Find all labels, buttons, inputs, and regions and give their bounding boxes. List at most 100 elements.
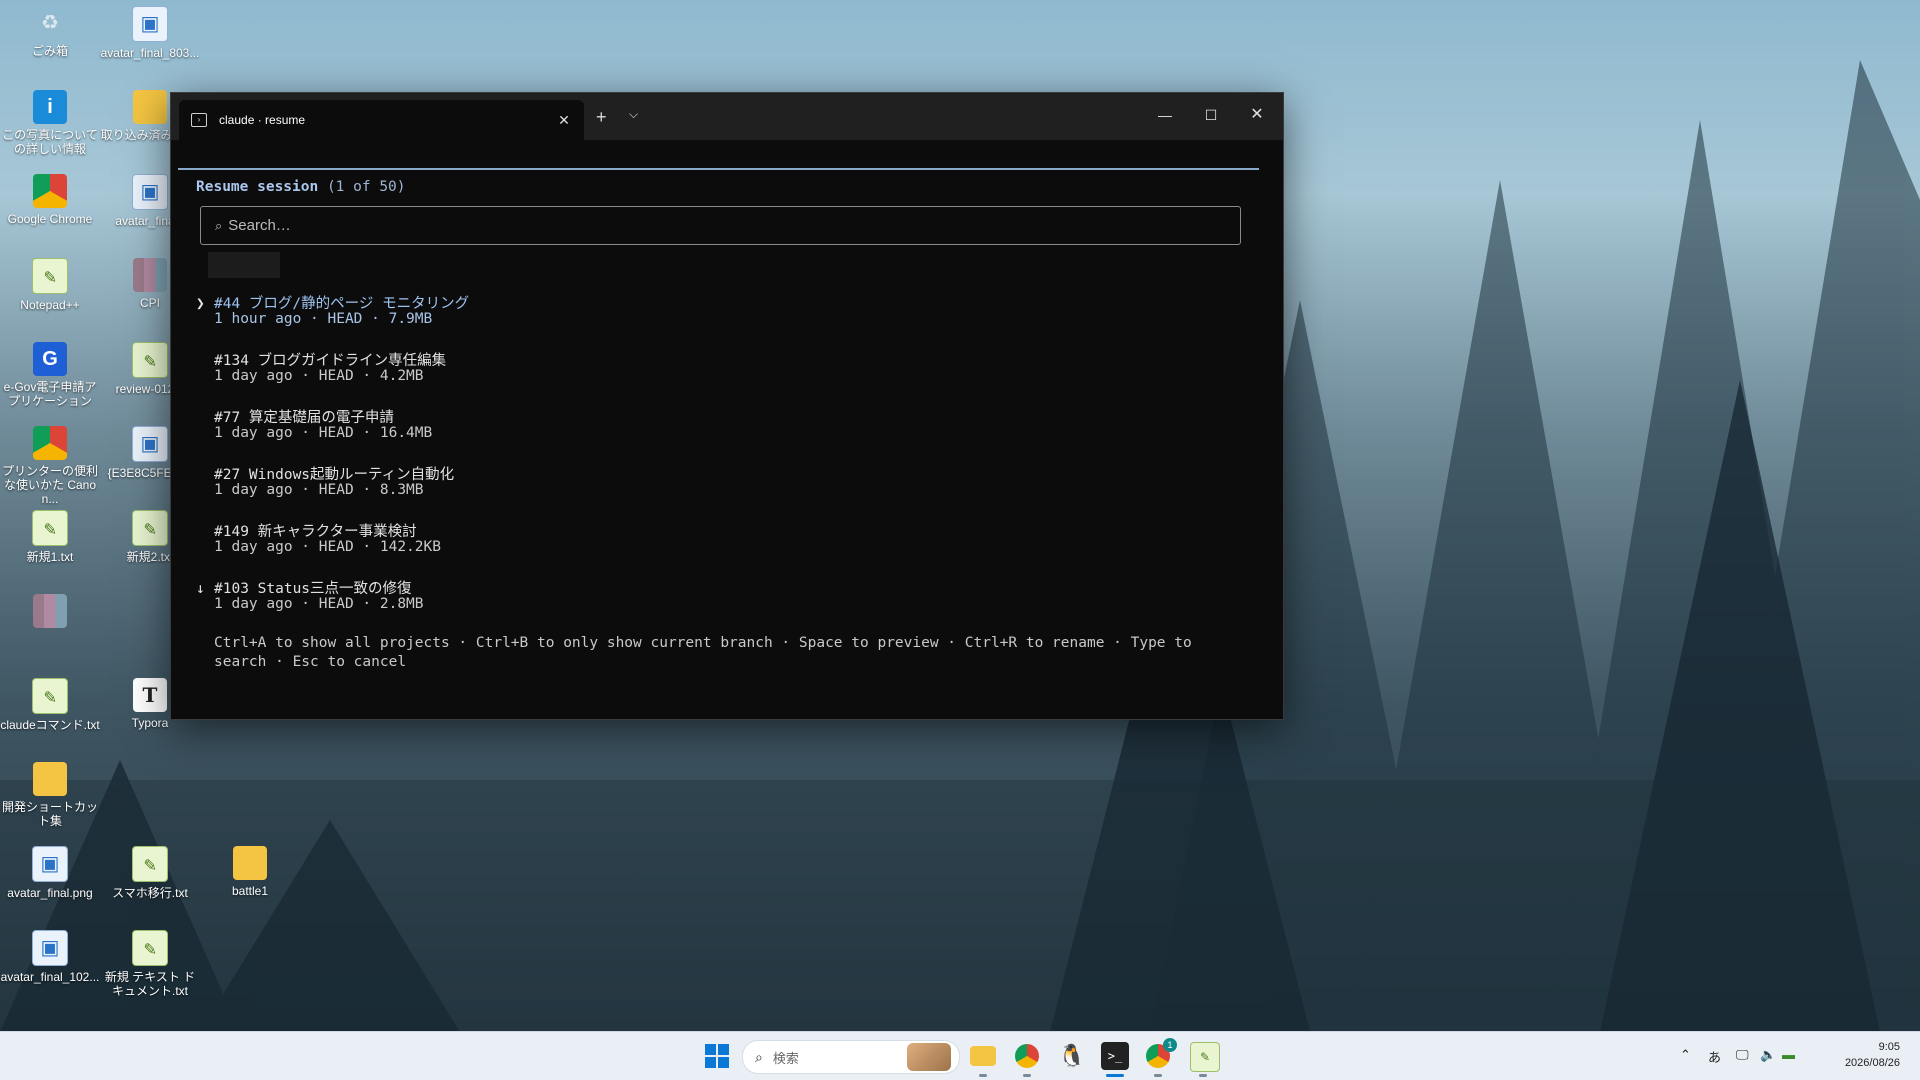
image-file-icon: ▣: [32, 846, 68, 882]
recycle-bin-icon: ♻: [41, 12, 59, 34]
session-meta: 1 hour ago · HEAD · 7.9MB: [214, 311, 433, 327]
desktop-icon-dev-shortcuts[interactable]: 開発ショートカット集: [0, 762, 100, 828]
session-item-103[interactable]: ↓ #103 Status三点一致の修復 1 day ago · HEAD · 2…: [196, 577, 424, 615]
session-title: #103 Status三点一致の修復: [214, 581, 412, 597]
running-indicator: [1154, 1074, 1162, 1077]
close-tab-icon[interactable]: ✕: [552, 112, 576, 129]
text-file-icon: ✎: [32, 678, 68, 714]
maximize-button[interactable]: ☐: [1189, 101, 1233, 129]
session-search-input[interactable]: ⌕ Search…: [200, 206, 1241, 245]
resume-header: Resume session (1 of 50): [196, 179, 406, 195]
session-title: #44 ブログ/静的ページ モニタリング: [214, 296, 470, 312]
image-file-icon: ▣: [132, 174, 168, 210]
minimize-button[interactable]: —: [1143, 101, 1187, 129]
taskbar-search-placeholder: 検索: [772, 1050, 799, 1066]
windows-logo-icon: [705, 1044, 729, 1068]
terminal-taskbar-icon[interactable]: >_: [1101, 1042, 1129, 1070]
desktop-icon-avatar-final-png[interactable]: ▣ avatar_final.png: [0, 846, 100, 900]
desktop-icon-google-chrome[interactable]: Google Chrome: [0, 174, 100, 226]
info-icon: i: [33, 90, 67, 124]
image-file-icon: ▣: [32, 930, 68, 966]
desktop-icon-canon-printer[interactable]: プリンターの便利な使いかた Canon...: [0, 426, 100, 506]
volume-icon[interactable]: 🔈: [1760, 1047, 1776, 1063]
scroll-down-icon: ↓: [196, 581, 205, 597]
folder-icon: [133, 90, 167, 124]
chevron-up-icon[interactable]: ⌃: [1680, 1047, 1691, 1063]
linux-penguin-icon[interactable]: 🐧: [1058, 1042, 1086, 1070]
desktop-icon-redacted[interactable]: [0, 594, 100, 632]
running-indicator: [1023, 1074, 1031, 1077]
session-meta: 1 day ago · HEAD · 2.8MB: [214, 596, 424, 612]
network-icon[interactable]: 🖵: [1736, 1047, 1749, 1063]
hint-line-1: Ctrl+A to show all projects · Ctrl+B to …: [214, 635, 1192, 651]
clock-date: 2026/08/26: [1844, 1057, 1900, 1069]
session-title: #27 Windows起動ルーティン自動化: [214, 467, 455, 483]
text-file-icon: ✎: [132, 510, 168, 546]
selection-cursor-icon: ❯: [196, 296, 205, 312]
folder-icon: [33, 762, 67, 796]
battery-icon[interactable]: ▬: [1782, 1047, 1795, 1062]
search-placeholder: Search…: [228, 217, 291, 234]
session-meta: 1 day ago · HEAD · 8.3MB: [214, 482, 424, 498]
desktop-icon-claude-commands[interactable]: ✎ claudeコマンド.txt: [0, 678, 100, 732]
desktop-icon-notepad-plus[interactable]: ✎ Notepad++: [0, 258, 100, 312]
start-button[interactable]: [703, 1042, 731, 1070]
desktop-icon-battle1[interactable]: battle1: [200, 846, 300, 898]
clock-time: 9:05: [1878, 1041, 1900, 1053]
session-item-27[interactable]: #27 Windows起動ルーティン自動化 1 day ago · HEAD ·…: [196, 463, 454, 501]
session-item-149[interactable]: #149 新キャラクター事業検討 1 day ago · HEAD · 142.…: [196, 520, 441, 558]
desktop-icon-recycle-bin[interactable]: ♻ ごみ箱: [0, 6, 100, 58]
notepad-plus-taskbar-icon[interactable]: ✎: [1190, 1042, 1220, 1072]
desktop-icon-avatar-803[interactable]: ▣ avatar_final_803...: [100, 6, 200, 60]
session-item-134[interactable]: #134 ブログガイドライン専任編集 1 day ago · HEAD · 4.…: [196, 349, 446, 387]
desktop-icon-phone-migration[interactable]: ✎ スマホ移行.txt: [100, 846, 200, 900]
session-item-44[interactable]: ❯ #44 ブログ/静的ページ モニタリング 1 hour ago · HEAD …: [196, 292, 469, 330]
app-icon: [133, 258, 167, 292]
image-file-icon: ▣: [132, 6, 168, 42]
chrome-app-icon: [33, 426, 67, 460]
terminal-window[interactable]: › claude · resume ✕ + ⌵ — ☐ ✕ Resume ses…: [170, 92, 1284, 720]
active-indicator: [1106, 1074, 1124, 1077]
title-bar[interactable]: › claude · resume ✕ + ⌵ — ☐ ✕: [171, 93, 1283, 140]
folder-icon: [233, 846, 267, 880]
search-highlight-image: [907, 1043, 951, 1071]
taskbar: ⌕ 検索 🐧 >_ 1 ✎ ⌃ あ 🖵 🔈 ▬ 9:05 2026/08/26: [0, 1031, 1920, 1080]
notification-badge: 1: [1163, 1038, 1177, 1052]
session-title: #77 算定基礎届の電子申請: [214, 410, 394, 426]
session-title: #149 新キャラクター事業検討: [214, 524, 417, 540]
text-file-icon: ✎: [132, 342, 168, 378]
divider: [178, 168, 1259, 170]
running-indicator: [1199, 1074, 1207, 1077]
chevron-down-icon[interactable]: ⌵: [629, 107, 638, 122]
desktop-icon-avatar-final-102[interactable]: ▣ avatar_final_102...: [0, 930, 100, 984]
session-meta: 1 day ago · HEAD · 16.4MB: [214, 425, 433, 441]
taskbar-search-box[interactable]: ⌕ 検索: [742, 1040, 960, 1074]
desktop-icon-egov[interactable]: G e-Gov電子申請アプリケーション: [0, 342, 100, 408]
chrome-icon: [33, 174, 67, 208]
desktop-icon-photo-info[interactable]: i この写真についての詳しい情報: [0, 90, 100, 156]
chrome-taskbar-icon[interactable]: [1015, 1044, 1039, 1068]
pixelated-image-icon: [33, 594, 67, 628]
search-icon: ⌕: [755, 1048, 763, 1065]
session-item-77[interactable]: #77 算定基礎届の電子申請 1 day ago · HEAD · 16.4MB: [196, 406, 432, 444]
session-title: #134 ブログガイドライン専任編集: [214, 353, 447, 369]
terminal-tab-icon: ›: [191, 113, 207, 127]
resume-title: Resume session: [196, 179, 319, 195]
text-file-icon: ✎: [32, 510, 68, 546]
close-window-button[interactable]: ✕: [1235, 101, 1279, 129]
egov-icon: G: [33, 342, 67, 376]
hint-line-2: search · Esc to cancel: [214, 654, 407, 670]
notepad-icon: ✎: [32, 258, 68, 294]
clock[interactable]: 9:05 2026/08/26: [1845, 1039, 1900, 1071]
ime-indicator[interactable]: あ: [1708, 1047, 1721, 1066]
search-icon: ⌕: [215, 217, 223, 233]
session-meta: 1 day ago · HEAD · 142.2KB: [214, 539, 441, 555]
keyboard-hints: Ctrl+A to show all projects · Ctrl+B to …: [214, 634, 1254, 672]
file-explorer-icon[interactable]: [970, 1046, 996, 1066]
new-tab-button[interactable]: +: [596, 107, 607, 128]
desktop-icon-new-text-document[interactable]: ✎ 新規 テキスト ドキュメント.txt: [100, 930, 200, 998]
tab-claude-resume[interactable]: › claude · resume ✕: [179, 100, 584, 140]
text-file-icon: ✎: [132, 846, 168, 882]
tab-title: claude · resume: [219, 113, 306, 127]
desktop-icon-new1-txt[interactable]: ✎ 新規1.txt: [0, 510, 100, 564]
